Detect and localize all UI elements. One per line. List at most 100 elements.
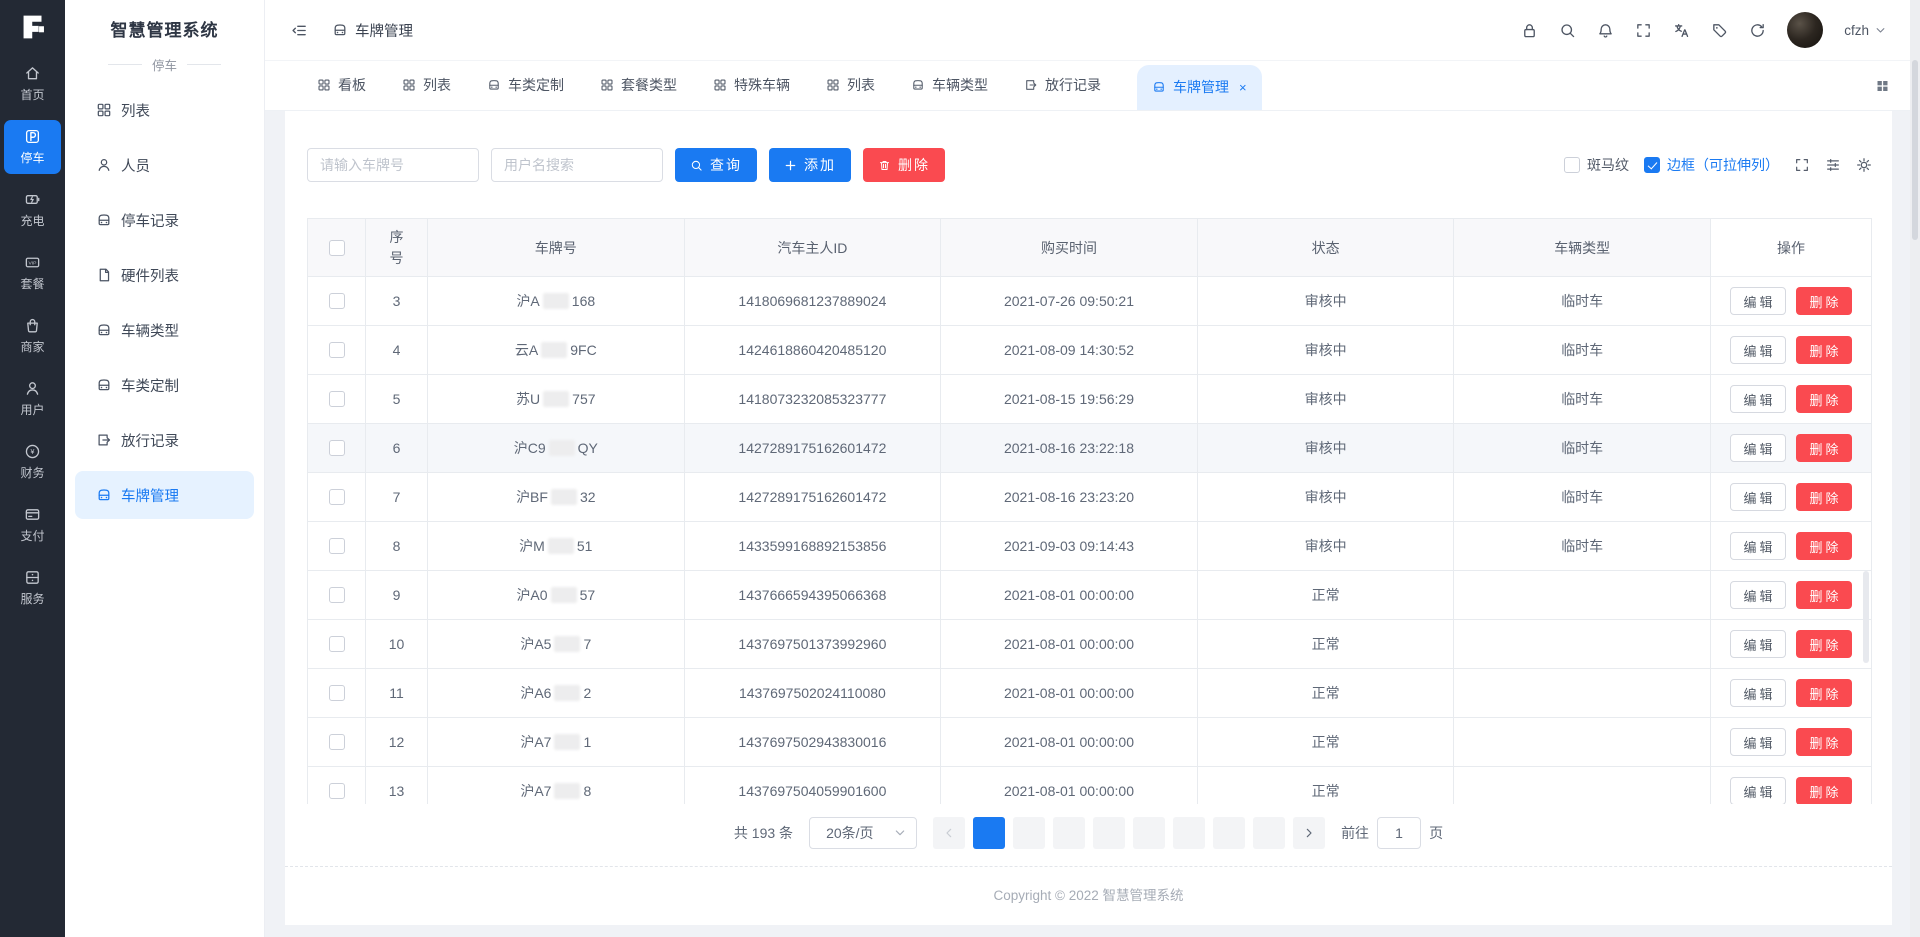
edit-button[interactable]: 编辑 <box>1730 385 1786 413</box>
row-checkbox[interactable] <box>329 587 345 603</box>
fullscreen-icon[interactable] <box>1635 22 1652 39</box>
edit-button[interactable]: 编辑 <box>1730 336 1786 364</box>
delete-button[interactable]: 删除 <box>1796 630 1852 658</box>
row-checkbox[interactable] <box>329 342 345 358</box>
plate-search-input[interactable] <box>307 148 479 182</box>
tag-icon[interactable] <box>1711 22 1728 39</box>
query-button[interactable]: 查询 <box>675 148 757 182</box>
close-icon[interactable]: × <box>1239 81 1247 94</box>
table-scrollbar-thumb[interactable] <box>1863 571 1869 663</box>
sidebar-menu-item[interactable]: 车类定制 <box>75 361 254 409</box>
page-number-button[interactable] <box>1013 817 1045 849</box>
rail-nav-item[interactable]: 支付 <box>4 498 61 552</box>
delete-button[interactable]: 删除 <box>1796 728 1852 756</box>
rail-nav-item[interactable]: ¥ 财务 <box>4 435 61 489</box>
tab[interactable]: 列表 <box>826 60 875 110</box>
delete-button[interactable]: 删除 <box>1796 777 1852 804</box>
sidebar-menu-item[interactable]: 人员 <box>75 141 254 189</box>
tab[interactable]: 特殊车辆 <box>713 60 790 110</box>
page-number-button[interactable] <box>1253 817 1285 849</box>
tab[interactable]: 车类定制 <box>487 60 564 110</box>
page-number-button[interactable] <box>973 817 1005 849</box>
tab-options-grid-icon[interactable] <box>1875 78 1890 93</box>
delete-button[interactable]: 删除 <box>863 148 945 182</box>
table-fullscreen-icon[interactable] <box>1794 157 1810 173</box>
column-settings-icon[interactable] <box>1825 157 1841 173</box>
add-button[interactable]: 添加 <box>769 148 851 182</box>
edit-button[interactable]: 编辑 <box>1730 679 1786 707</box>
user-menu[interactable]: cfzh <box>1844 23 1886 38</box>
delete-button[interactable]: 删除 <box>1796 287 1852 315</box>
rail-nav-item[interactable]: 商家 <box>4 309 61 363</box>
tab[interactable]: 套餐类型 <box>600 60 677 110</box>
sidebar-menu-item[interactable]: 硬件列表 <box>75 251 254 299</box>
sidebar-menu-item[interactable]: 车辆类型 <box>75 306 254 354</box>
rail-nav-item[interactable]: 停车 <box>4 120 61 174</box>
row-checkbox[interactable] <box>329 293 345 309</box>
tab[interactable]: 看板 <box>317 60 366 110</box>
edit-button[interactable]: 编辑 <box>1730 483 1786 511</box>
search-icon[interactable] <box>1559 22 1576 39</box>
row-checkbox[interactable] <box>329 391 345 407</box>
sidebar-menu-item[interactable]: 车牌管理 <box>75 471 254 519</box>
edit-button[interactable]: 编辑 <box>1730 532 1786 560</box>
border-checkbox[interactable] <box>1644 157 1660 173</box>
delete-button[interactable]: 删除 <box>1796 385 1852 413</box>
page-size-select[interactable]: 20条/页 <box>809 817 917 849</box>
rail-nav-item[interactable]: 充电 <box>4 183 61 237</box>
refresh-icon[interactable] <box>1749 22 1766 39</box>
tab[interactable]: 车牌管理 × <box>1137 65 1262 110</box>
border-toggle[interactable]: 边框（可拉伸列） <box>1644 155 1779 175</box>
next-page-button[interactable] <box>1293 817 1325 849</box>
row-checkbox[interactable] <box>329 783 345 799</box>
col-status: 状态 <box>1198 219 1455 277</box>
zebra-stripe-toggle[interactable]: 斑马纹 <box>1564 155 1629 175</box>
page-number-button[interactable] <box>1173 817 1205 849</box>
translate-icon[interactable] <box>1673 22 1690 39</box>
edit-button[interactable]: 编辑 <box>1730 777 1786 804</box>
select-all-checkbox[interactable] <box>329 240 345 256</box>
prev-page-button[interactable] <box>933 817 965 849</box>
lock-icon[interactable] <box>1521 22 1538 39</box>
row-checkbox[interactable] <box>329 734 345 750</box>
delete-button[interactable]: 删除 <box>1796 679 1852 707</box>
delete-button[interactable]: 删除 <box>1796 581 1852 609</box>
delete-button[interactable]: 删除 <box>1796 336 1852 364</box>
page-number-button[interactable] <box>1133 817 1165 849</box>
gear-icon[interactable] <box>1856 157 1872 173</box>
delete-button[interactable]: 删除 <box>1796 434 1852 462</box>
row-checkbox[interactable] <box>329 636 345 652</box>
edit-button[interactable]: 编辑 <box>1730 630 1786 658</box>
goto-page-input[interactable] <box>1377 817 1421 849</box>
sidebar-menu-item[interactable]: 停车记录 <box>75 196 254 244</box>
row-checkbox[interactable] <box>329 489 345 505</box>
collapse-sidebar-icon[interactable] <box>291 22 308 39</box>
page-number-button[interactable] <box>1093 817 1125 849</box>
page-scrollbar-thumb[interactable] <box>1912 60 1918 240</box>
notification-bell-icon[interactable] <box>1597 22 1614 39</box>
tab[interactable]: 列表 <box>402 60 451 110</box>
tab[interactable]: 车辆类型 <box>911 60 988 110</box>
sidebar-menu-item[interactable]: 放行记录 <box>75 416 254 464</box>
zebra-checkbox[interactable] <box>1564 157 1580 173</box>
rail-nav-item[interactable]: 服务 <box>4 561 61 615</box>
row-checkbox[interactable] <box>329 538 345 554</box>
rail-nav-item[interactable]: 用户 <box>4 372 61 426</box>
rail-nav-item[interactable]: 首页 <box>4 57 61 111</box>
edit-button[interactable]: 编辑 <box>1730 434 1786 462</box>
page-number-button[interactable] <box>1213 817 1245 849</box>
edit-button[interactable]: 编辑 <box>1730 287 1786 315</box>
delete-button[interactable]: 删除 <box>1796 483 1852 511</box>
edit-button[interactable]: 编辑 <box>1730 728 1786 756</box>
avatar[interactable] <box>1787 12 1823 48</box>
page-number-button[interactable] <box>1053 817 1085 849</box>
username-search-input[interactable] <box>491 148 663 182</box>
page-scrollbar[interactable] <box>1910 0 1920 937</box>
edit-button[interactable]: 编辑 <box>1730 581 1786 609</box>
tab[interactable]: 放行记录 <box>1024 60 1101 110</box>
delete-button[interactable]: 删除 <box>1796 532 1852 560</box>
sidebar-menu-item[interactable]: 列表 <box>75 86 254 134</box>
rail-nav-item[interactable]: VIP 套餐 <box>4 246 61 300</box>
row-checkbox[interactable] <box>329 440 345 456</box>
row-checkbox[interactable] <box>329 685 345 701</box>
